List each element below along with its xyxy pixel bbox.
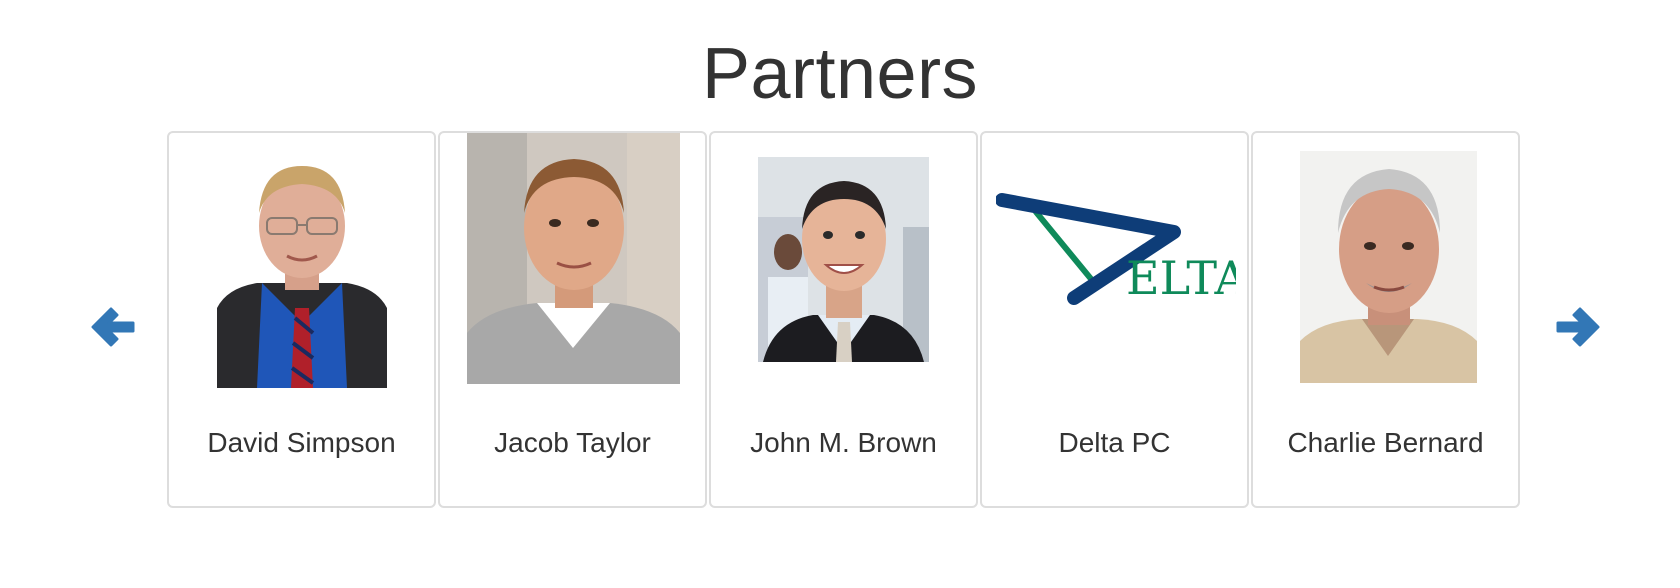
partner-card[interactable]: John M. Brown xyxy=(709,131,978,508)
arrow-left-icon xyxy=(91,307,135,347)
section-title: Partners xyxy=(701,34,979,114)
delta-logo-text: ELTA xyxy=(1126,251,1236,305)
partner-name: John M. Brown xyxy=(750,427,937,458)
partner-name: David Simpson xyxy=(207,427,396,458)
partner-photo xyxy=(217,148,387,388)
partner-photo xyxy=(758,157,929,362)
arrow-right-icon xyxy=(1556,307,1600,347)
partner-photo xyxy=(467,133,680,384)
partner-card[interactable]: ELTA Delta PC xyxy=(980,131,1249,508)
partner-name: Delta PC xyxy=(1058,427,1171,458)
partner-name: Jacob Taylor xyxy=(494,427,651,458)
delta-logo: ELTA xyxy=(996,193,1236,305)
partner-card[interactable]: David Simpson xyxy=(167,131,436,508)
carousel-next-button[interactable] xyxy=(1550,298,1608,356)
partner-photo xyxy=(1300,151,1477,383)
partner-card[interactable]: Charlie Bernard xyxy=(1251,131,1520,508)
partner-card[interactable]: Jacob Taylor xyxy=(438,131,707,508)
carousel-prev-button[interactable] xyxy=(83,298,141,356)
partner-name: Charlie Bernard xyxy=(1287,427,1484,458)
